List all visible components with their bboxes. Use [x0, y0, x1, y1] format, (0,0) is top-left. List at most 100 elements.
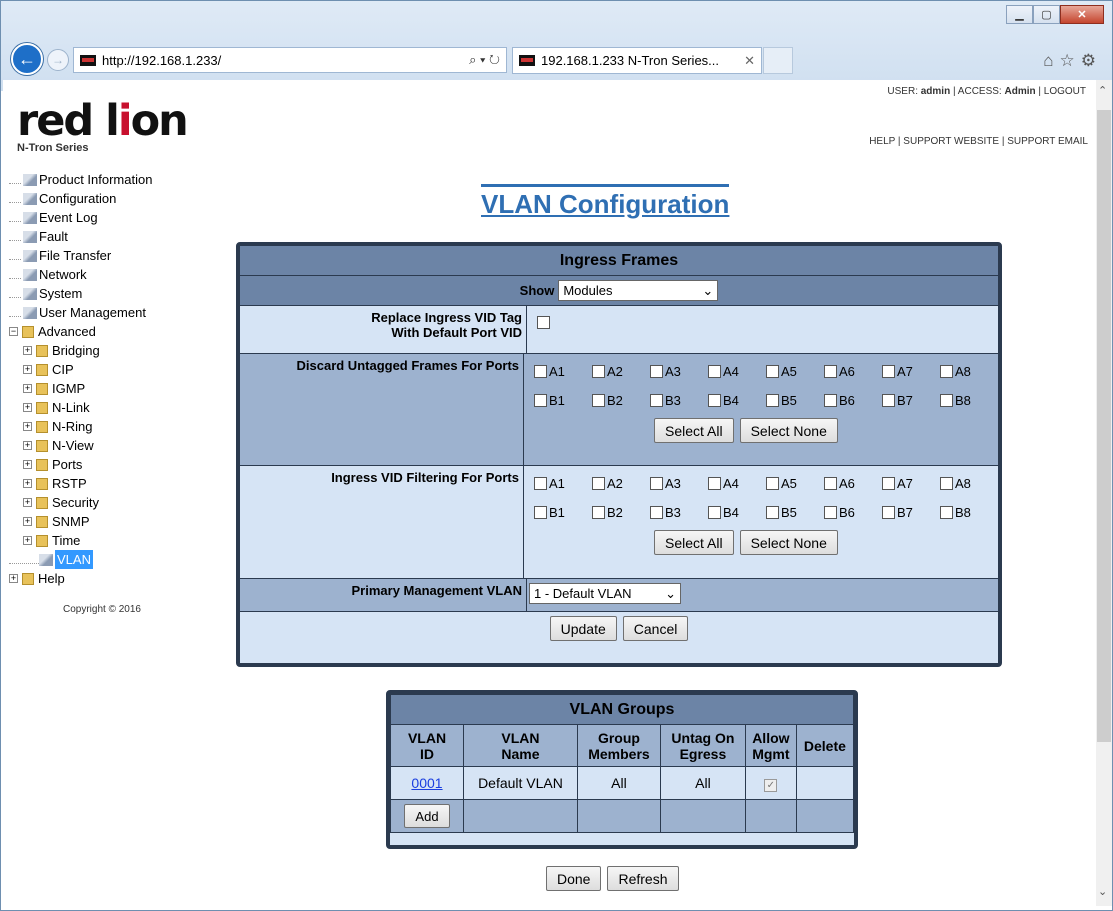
checkbox[interactable]	[592, 506, 605, 519]
tree-item[interactable]: Network	[9, 265, 152, 284]
vlan-id-link[interactable]: 0001	[411, 775, 442, 791]
update-button[interactable]: Update	[549, 616, 617, 641]
maximize-button[interactable]: ▢	[1033, 5, 1060, 24]
checkbox[interactable]	[824, 506, 837, 519]
tab-close-icon[interactable]: ✕	[744, 53, 755, 69]
replace-checkbox[interactable]	[537, 316, 550, 329]
port-checkbox[interactable]: B8	[940, 393, 998, 408]
filter-select-none-button[interactable]: Select None	[739, 530, 838, 555]
new-tab-button[interactable]	[763, 47, 793, 74]
port-checkbox[interactable]: B6	[824, 393, 882, 408]
tree-item[interactable]: + Bridging	[9, 341, 152, 360]
search-refresh-icon[interactable]: ⌕ ▾ ↻	[469, 52, 500, 68]
expand-icon[interactable]: +	[23, 498, 32, 507]
tree-item[interactable]: System	[9, 284, 152, 303]
port-checkbox[interactable]: B1	[534, 505, 592, 520]
tree-item[interactable]: + Ports	[9, 455, 152, 474]
port-checkbox[interactable]: B7	[882, 393, 940, 408]
forward-button[interactable]: →	[47, 49, 69, 71]
checkbox[interactable]	[650, 506, 663, 519]
tree-item[interactable]: + SNMP	[9, 512, 152, 531]
tree-item[interactable]: + N-Ring	[9, 417, 152, 436]
port-checkbox[interactable]: A2	[592, 476, 650, 491]
port-checkbox[interactable]: B4	[708, 393, 766, 408]
checkbox[interactable]	[534, 394, 547, 407]
port-checkbox[interactable]: A2	[592, 364, 650, 379]
checkbox[interactable]	[940, 477, 953, 490]
checkbox[interactable]	[708, 365, 721, 378]
port-checkbox[interactable]: B3	[650, 505, 708, 520]
port-checkbox[interactable]: A5	[766, 364, 824, 379]
port-checkbox[interactable]: A4	[708, 364, 766, 379]
logout-link[interactable]: | LOGOUT	[1036, 86, 1086, 97]
checkbox[interactable]	[882, 365, 895, 378]
expand-icon[interactable]: +	[23, 422, 32, 431]
checkbox[interactable]	[882, 477, 895, 490]
port-checkbox[interactable]: B5	[766, 505, 824, 520]
collapse-icon[interactable]: −	[9, 327, 18, 336]
refresh-button[interactable]: Refresh	[607, 866, 679, 891]
expand-icon[interactable]: +	[23, 517, 32, 526]
checkbox[interactable]	[766, 365, 779, 378]
port-checkbox[interactable]: B6	[824, 505, 882, 520]
tree-item[interactable]: + RSTP	[9, 474, 152, 493]
tree-item[interactable]: + N-Link	[9, 398, 152, 417]
port-checkbox[interactable]: A8	[940, 476, 998, 491]
support-website-link[interactable]: SUPPORT WEBSITE	[903, 136, 999, 147]
checkbox[interactable]	[534, 365, 547, 378]
checkbox[interactable]	[882, 394, 895, 407]
checkbox[interactable]	[592, 477, 605, 490]
tree-item[interactable]: + Time	[9, 531, 152, 550]
discard-select-all-button[interactable]: Select All	[654, 418, 734, 443]
expand-icon[interactable]: +	[23, 479, 32, 488]
tree-item[interactable]: Configuration	[9, 189, 152, 208]
back-button[interactable]: ←	[11, 43, 43, 75]
checkbox[interactable]	[940, 394, 953, 407]
expand-icon[interactable]: +	[9, 574, 18, 583]
expand-icon[interactable]: +	[23, 460, 32, 469]
port-checkbox[interactable]: A8	[940, 364, 998, 379]
address-bar[interactable]: http://192.168.1.233/ ⌕ ▾ ↻	[73, 47, 507, 73]
tree-item-vlan[interactable]: VLAN	[9, 550, 152, 569]
port-checkbox[interactable]: A1	[534, 364, 592, 379]
checkbox[interactable]	[766, 506, 779, 519]
checkbox[interactable]	[766, 477, 779, 490]
checkbox[interactable]	[824, 365, 837, 378]
checkbox[interactable]	[708, 477, 721, 490]
checkbox[interactable]	[940, 365, 953, 378]
tree-item[interactable]: User Management	[9, 303, 152, 322]
port-checkbox[interactable]: B3	[650, 393, 708, 408]
cancel-button[interactable]: Cancel	[622, 616, 689, 641]
checkbox[interactable]	[650, 477, 663, 490]
discard-select-none-button[interactable]: Select None	[739, 418, 838, 443]
expand-icon[interactable]: +	[23, 403, 32, 412]
checkbox[interactable]	[592, 365, 605, 378]
expand-icon[interactable]: +	[23, 536, 32, 545]
port-checkbox[interactable]: B2	[592, 505, 650, 520]
port-checkbox[interactable]: B8	[940, 505, 998, 520]
expand-icon[interactable]: +	[23, 441, 32, 450]
port-checkbox[interactable]: A6	[824, 476, 882, 491]
tree-item[interactable]: + N-View	[9, 436, 152, 455]
filter-select-all-button[interactable]: Select All	[654, 530, 734, 555]
tree-item[interactable]: + IGMP	[9, 379, 152, 398]
help-link[interactable]: HELP	[869, 136, 895, 147]
add-vlan-button[interactable]: Add	[404, 804, 450, 828]
port-checkbox[interactable]: A3	[650, 476, 708, 491]
port-checkbox[interactable]: B2	[592, 393, 650, 408]
tree-item[interactable]: Fault	[9, 227, 152, 246]
toolbar-icons[interactable]: ⌂☆⚙	[1043, 51, 1102, 71]
checkbox[interactable]	[824, 394, 837, 407]
checkbox[interactable]	[940, 506, 953, 519]
checkbox[interactable]	[708, 506, 721, 519]
checkbox[interactable]	[592, 394, 605, 407]
checkbox[interactable]	[824, 477, 837, 490]
tree-item[interactable]: + CIP	[9, 360, 152, 379]
pmvlan-select[interactable]: 1 - Default VLAN ⌄	[529, 583, 681, 604]
expand-icon[interactable]: +	[23, 346, 32, 355]
checkbox[interactable]	[650, 394, 663, 407]
port-checkbox[interactable]: A5	[766, 476, 824, 491]
checkbox[interactable]	[882, 506, 895, 519]
tree-item[interactable]: File Transfer	[9, 246, 152, 265]
port-checkbox[interactable]: A7	[882, 364, 940, 379]
